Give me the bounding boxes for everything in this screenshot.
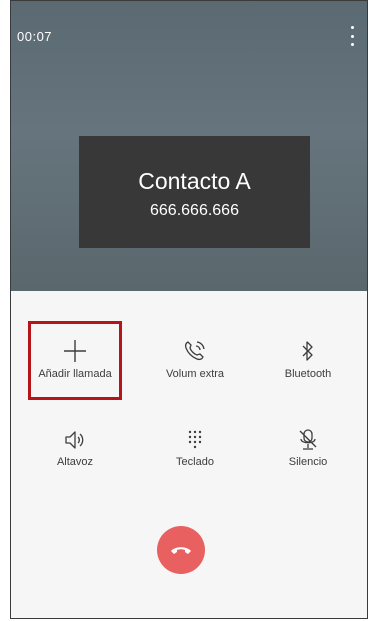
add-call-label: Añadir llamada	[38, 368, 112, 380]
call-screen: 00:07 Contacto A 666.666.666	[10, 0, 368, 619]
contact-number: 666.666.666	[150, 202, 239, 219]
call-header: 00:07 Contacto A 666.666.666	[11, 1, 367, 291]
add-call-button[interactable]: Añadir llamada	[25, 338, 125, 380]
contact-name: Contacto A	[138, 168, 251, 194]
hangup-button[interactable]	[157, 526, 205, 574]
mute-button[interactable]: Silencio	[258, 428, 358, 468]
call-timer: 00:07	[17, 29, 53, 44]
speaker-label: Altavoz	[56, 456, 94, 468]
extra-volume-label: Volum extra	[165, 368, 225, 380]
phone-volume-icon	[184, 341, 205, 361]
mute-label: Silencio	[288, 456, 328, 468]
extra-volume-button[interactable]: Volum extra	[145, 338, 245, 380]
dialpad-icon	[188, 430, 202, 449]
speaker-button[interactable]: Altavoz	[25, 428, 125, 468]
speaker-icon	[65, 431, 84, 449]
keypad-button[interactable]: Teclado	[145, 428, 245, 468]
keypad-label: Teclado	[176, 456, 214, 468]
bluetooth-button[interactable]: Bluetooth	[258, 338, 358, 380]
phone-hangup-icon	[171, 547, 191, 554]
bluetooth-icon	[302, 341, 313, 361]
bluetooth-label: Bluetooth	[284, 368, 332, 380]
contact-card: Contacto A 666.666.666	[79, 136, 310, 248]
more-vertical-icon[interactable]	[347, 26, 357, 46]
plus-icon	[64, 340, 86, 362]
mic-off-icon	[299, 429, 317, 450]
